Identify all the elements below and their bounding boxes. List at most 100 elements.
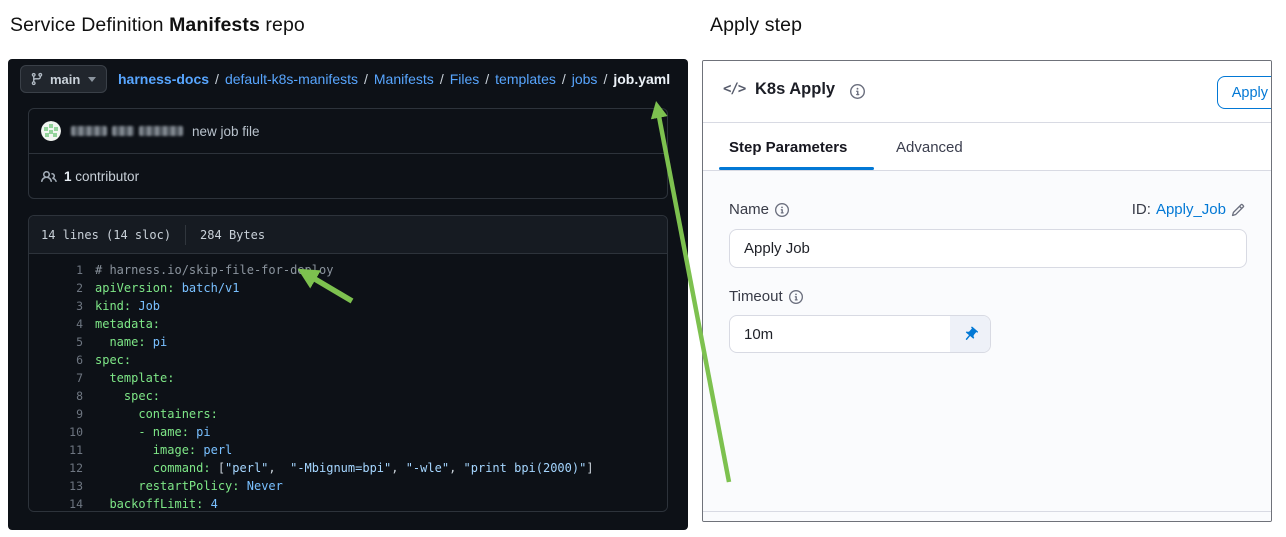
- line-text: restartPolicy: Never: [138, 479, 283, 493]
- code-line: 9 containers:: [29, 405, 667, 423]
- contributors-row[interactable]: 1 contributor: [29, 154, 667, 199]
- line-number[interactable]: 5: [57, 333, 83, 351]
- line-number[interactable]: 3: [57, 297, 83, 315]
- screenshot-stage: Service Definition Manifests repo Apply …: [0, 0, 1286, 537]
- line-number[interactable]: 13: [57, 477, 83, 495]
- tab-advanced[interactable]: Advanced: [896, 123, 963, 171]
- code-line: 5 name: pi: [29, 333, 667, 351]
- code-line: 14 backoffLimit: 4: [29, 495, 667, 511]
- line-text: image: perl: [152, 443, 233, 457]
- code-line: 3 kind: Job: [29, 297, 667, 315]
- code-line: 7 template:: [29, 369, 667, 387]
- title-bold-text: Manifests: [169, 14, 260, 36]
- latest-commit-box: new job file 1 contributor: [28, 108, 668, 199]
- code-line: 1 # harness.io/skip-file-for-deploy: [29, 261, 667, 279]
- breadcrumb-separator: /: [485, 71, 490, 87]
- apply-button[interactable]: Apply: [1216, 76, 1271, 109]
- code-line: 13 restartPolicy: Never: [29, 477, 667, 495]
- line-number[interactable]: 11: [57, 441, 83, 459]
- line-text: containers:: [138, 407, 218, 421]
- line-number[interactable]: 12: [57, 459, 83, 477]
- line-text: backoffLimit: 4: [109, 497, 218, 511]
- contributor-label: contributor: [75, 169, 140, 184]
- code-line: 12 command: ["perl", "-Mbignum=bpi", "-w…: [29, 459, 667, 477]
- git-branch-icon: [30, 72, 44, 86]
- branch-name: main: [50, 71, 81, 87]
- branch-selector-button[interactable]: main: [20, 65, 108, 93]
- timeout-label-text: Timeout: [729, 288, 783, 305]
- breadcrumb-separator: /: [439, 71, 444, 87]
- name-input[interactable]: [729, 229, 1247, 268]
- line-text: kind: Job: [95, 299, 161, 313]
- code-line: 2 apiVersion: batch/v1: [29, 279, 667, 297]
- timeout-input[interactable]: [730, 316, 950, 352]
- info-icon[interactable]: [775, 201, 790, 218]
- step-id-row: ID: Apply_Job: [1132, 201, 1245, 218]
- tab-step-parameters[interactable]: Step Parameters: [729, 123, 847, 171]
- code-line: 10 - name: pi: [29, 423, 667, 441]
- line-number[interactable]: 6: [57, 351, 83, 369]
- id-label: ID:: [1131, 201, 1151, 218]
- line-text: spec:: [95, 353, 132, 367]
- step-tabs: Step Parameters Advanced: [703, 123, 1271, 171]
- pin-icon[interactable]: [950, 316, 990, 352]
- line-number[interactable]: 7: [57, 369, 83, 387]
- right-figure-title: Apply step: [710, 14, 802, 37]
- line-text: metadata:: [95, 317, 161, 331]
- info-icon[interactable]: [850, 83, 865, 101]
- active-tab-underline: [719, 167, 874, 170]
- line-text: template:: [109, 371, 175, 385]
- breadcrumb-separator: /: [603, 71, 608, 87]
- title-text: Service Definition: [10, 14, 170, 36]
- info-icon[interactable]: [788, 288, 803, 305]
- breadcrumb: harness-docs / default-k8s-manifests / M…: [118, 59, 670, 99]
- code-line: 6 spec:: [29, 351, 667, 369]
- line-text: command: ["perl", "-Mbignum=bpi", "-wle"…: [152, 461, 594, 475]
- step-id-link[interactable]: Apply_Job: [1156, 201, 1226, 218]
- line-number[interactable]: 8: [57, 387, 83, 405]
- breadcrumb-segment-link[interactable]: Files: [450, 71, 480, 87]
- name-field-label: Name: [729, 201, 790, 218]
- line-text: apiVersion: batch/v1: [95, 281, 240, 295]
- step-panel-header: </> K8s Apply Apply: [703, 61, 1271, 123]
- avatar[interactable]: [41, 121, 61, 141]
- line-number[interactable]: 9: [57, 405, 83, 423]
- line-number[interactable]: 2: [57, 279, 83, 297]
- timeout-input-group: [729, 315, 991, 353]
- timeout-field-label: Timeout: [729, 288, 803, 305]
- code-line: 4 metadata:: [29, 315, 667, 333]
- section-divider: [703, 511, 1271, 512]
- file-viewer-card: 14 lines (14 sloc) 284 Bytes 1 # harness.…: [28, 215, 668, 512]
- file-stats-header: 14 lines (14 sloc) 284 Bytes: [29, 216, 667, 254]
- file-size-stat: 284 Bytes: [200, 227, 266, 242]
- chevron-down-icon: [88, 76, 97, 82]
- code-step-icon: </>: [723, 81, 746, 97]
- title-text: repo: [259, 14, 305, 36]
- commit-message[interactable]: new job file: [192, 124, 260, 139]
- line-number[interactable]: 10: [57, 423, 83, 441]
- left-figure-title: Service Definition Manifests repo: [10, 14, 305, 37]
- breadcrumb-segment-link[interactable]: jobs: [572, 71, 598, 87]
- breadcrumb-segment-link[interactable]: default-k8s-manifests: [225, 71, 358, 87]
- code-editor: 1 # harness.io/skip-file-for-deploy 2 apiVe…: [29, 254, 667, 511]
- github-repo-panel: main harness-docs / default-k8s-manifest…: [8, 59, 688, 530]
- commit-author-redacted: [71, 126, 188, 136]
- line-number[interactable]: 14: [57, 495, 83, 511]
- line-text: name: pi: [109, 335, 168, 349]
- breadcrumb-current-file: job.yaml: [613, 71, 671, 87]
- line-number[interactable]: 1: [57, 261, 83, 279]
- title-text: Apply step: [710, 14, 803, 36]
- contributors-text: 1 contributor: [64, 169, 139, 184]
- file-lines-stat: 14 lines (14 sloc): [41, 227, 172, 242]
- line-text: spec:: [123, 389, 161, 403]
- edit-pencil-icon[interactable]: [1231, 203, 1245, 217]
- breadcrumb-separator: /: [561, 71, 566, 87]
- line-number[interactable]: 4: [57, 315, 83, 333]
- breadcrumb-segment-link[interactable]: Manifests: [374, 71, 434, 87]
- step-parameters-form: Name ID: Apply_Job Timeout: [703, 171, 1271, 521]
- step-title: K8s Apply: [755, 80, 836, 98]
- breadcrumb-repo-link[interactable]: harness-docs: [118, 71, 209, 87]
- code-line: 11 image: perl: [29, 441, 667, 459]
- breadcrumb-segment-link[interactable]: templates: [495, 71, 556, 87]
- breadcrumb-separator: /: [215, 71, 219, 87]
